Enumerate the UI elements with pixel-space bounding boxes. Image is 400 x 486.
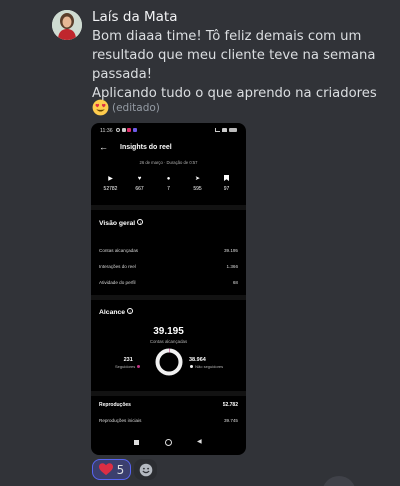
- reach-title: Alcance i: [99, 308, 134, 316]
- info-icon[interactable]: i: [127, 308, 134, 314]
- reel-stats: ▶ 52782 ♥ 667 ● 7 ➤ 595 97: [96, 175, 241, 203]
- overview-row[interactable]: Atividade do perfil 68: [99, 280, 238, 285]
- stat-comments: ● 7: [154, 175, 183, 203]
- insights-header: ← Insights do reel: [91, 141, 246, 159]
- insights-title: Insights do reel: [120, 144, 172, 151]
- info-icon[interactable]: i: [137, 219, 144, 225]
- initial-plays-row[interactable]: Reproduções iniciais 39.745: [99, 418, 238, 423]
- stat-likes: ♥ 667: [125, 175, 154, 203]
- row-label: Reproduções iniciais: [99, 418, 142, 423]
- stat-value: 595: [193, 186, 202, 192]
- message-line: resultado que meu cliente teve na semana: [92, 48, 376, 63]
- stat-saves: 97: [212, 175, 241, 203]
- row-value: 52.782: [222, 402, 238, 408]
- insights-subtitle: 26 de março · Duração de 0:57: [139, 160, 198, 165]
- row-label: Contas alcançadas: [99, 248, 139, 253]
- bookmark-icon: [212, 175, 241, 184]
- stat-shares: ➤ 595: [183, 175, 212, 203]
- phone-status-bar: 11:36: [100, 127, 237, 137]
- stat-value: 7: [167, 186, 170, 192]
- heart-emoji-icon: [98, 463, 113, 476]
- heart-eyes-emoji-icon: [92, 99, 109, 116]
- attached-screenshot[interactable]: 11:36 ← Insights do reel 26 de março · D…: [91, 123, 246, 455]
- message-line: Bom diaaa time! Tô feliz demais com um: [92, 29, 362, 44]
- reach-total-label: Contas alcançadas: [149, 339, 188, 344]
- heart-icon: ♥: [137, 176, 142, 182]
- emoji-line: (editado): [92, 99, 160, 116]
- stat-value: 667: [135, 186, 144, 192]
- row-label: Interações do reel: [99, 264, 136, 269]
- reach-total: 39.195: [153, 326, 184, 337]
- section-divider: [91, 391, 246, 396]
- overview-row[interactable]: Contas alcançadas 39.195: [99, 248, 238, 253]
- followers-stat: 231 Seguidores: [115, 357, 141, 369]
- add-reaction-icon: [139, 463, 152, 476]
- non-followers-value: 38.964: [189, 357, 206, 363]
- add-reaction-button[interactable]: [134, 459, 157, 480]
- back-triangle-icon[interactable]: ◀: [197, 438, 202, 445]
- overview-row[interactable]: Interações do reel 1.366: [99, 264, 238, 269]
- comment-icon: ●: [166, 176, 171, 182]
- home-icon[interactable]: [165, 439, 172, 446]
- phone-nav-bar: ◀: [91, 439, 246, 449]
- donut-non-followers-ring: [155, 348, 183, 376]
- username[interactable]: Laís da Mata: [92, 9, 178, 25]
- row-value: 39.195: [223, 248, 238, 253]
- row-label: Reproduções: [99, 402, 131, 408]
- row-value: 68: [232, 280, 238, 285]
- recent-apps-icon[interactable]: [134, 440, 139, 445]
- stat-plays: ▶ 52782: [96, 175, 125, 203]
- followers-value: 231: [123, 357, 133, 363]
- overview-title-text: Visão geral: [99, 220, 136, 227]
- back-arrow-icon[interactable]: ←: [99, 142, 108, 152]
- reach-donut-chart: [155, 348, 183, 376]
- send-icon: ➤: [194, 176, 201, 182]
- row-value: 39.745: [223, 418, 238, 423]
- stat-value: 97: [223, 186, 230, 192]
- overview-title: Visão geral i: [99, 219, 144, 227]
- section-divider: [91, 205, 246, 210]
- non-followers-stat: 38.964 Não seguidores: [189, 357, 223, 369]
- scroll-button[interactable]: [322, 476, 356, 486]
- stat-value: 52782: [103, 186, 118, 192]
- reaction-count: 5: [116, 462, 125, 477]
- user-avatar[interactable]: [52, 10, 82, 40]
- followers-legend-dot: [137, 364, 141, 368]
- non-followers-legend-dot: [190, 364, 193, 368]
- reach-title-text: Alcance: [99, 309, 126, 316]
- status-time: 11:36: [100, 128, 113, 134]
- message-text: Bom diaaa time! Tô feliz demais com um r…: [92, 27, 392, 103]
- status-system-icons: [215, 128, 237, 132]
- row-label: Atividade do perfil: [99, 280, 136, 285]
- row-value: 1.366: [226, 264, 239, 269]
- play-icon: ▶: [108, 176, 113, 182]
- edited-label: (editado): [112, 101, 160, 114]
- reaction-heart[interactable]: 5: [92, 459, 131, 480]
- plays-row[interactable]: Reproduções 52.782: [99, 402, 238, 408]
- non-followers-label: Não seguidores: [195, 364, 224, 369]
- followers-label: Seguidores: [115, 364, 136, 369]
- section-divider: [91, 295, 246, 300]
- status-notification-icons: [116, 128, 137, 132]
- message-line: passada!: [92, 67, 153, 82]
- chat-message: Laís da Mata Bom diaaa time! Tô feliz de…: [0, 0, 400, 486]
